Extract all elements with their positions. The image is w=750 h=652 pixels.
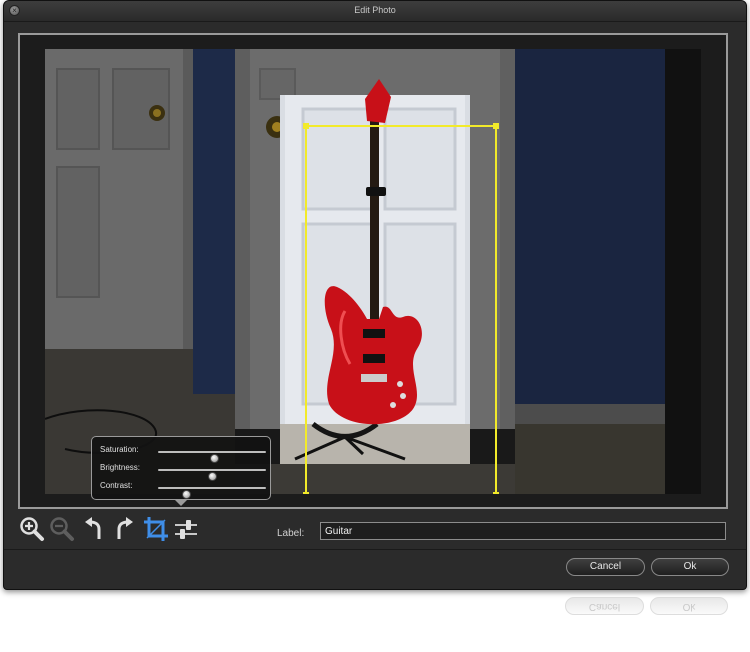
ok-button-reflection: Ok (650, 597, 728, 615)
contrast-label: Contrast: (100, 481, 133, 490)
rotate-left-icon[interactable] (80, 515, 108, 543)
crop-selection[interactable] (303, 123, 499, 494)
adjustments-popover: Saturation: Brightness: Contrast: (91, 436, 271, 506)
cancel-button[interactable]: Cancel (566, 558, 645, 576)
edit-photo-window: × Edit Photo Label: Guitar Cancel Ok (3, 0, 747, 590)
ok-button[interactable]: Ok (651, 558, 729, 576)
label-caption: Label: (277, 528, 305, 539)
saturation-slider-row: Saturation: (100, 443, 268, 463)
rotate-right-icon[interactable] (110, 515, 138, 543)
popover-arrow (174, 499, 188, 506)
divider (4, 549, 746, 550)
title-bar: × Edit Photo (4, 1, 746, 22)
contrast-slider-row: Contrast: (100, 479, 268, 499)
saturation-slider[interactable] (158, 451, 266, 463)
crop-handle-bottom-right[interactable] (493, 492, 499, 494)
brightness-slider[interactable] (158, 469, 266, 481)
contrast-slider[interactable] (158, 487, 266, 499)
saturation-label: Saturation: (100, 445, 139, 454)
label-input[interactable] (320, 522, 726, 540)
contrast-slider-knob[interactable] (182, 490, 192, 499)
brightness-label: Brightness: (100, 463, 141, 472)
crop-icon[interactable] (142, 515, 170, 543)
photo-canvas[interactable] (45, 49, 701, 494)
crop-handle-top-right[interactable] (493, 123, 499, 129)
window-title: Edit Photo (354, 5, 396, 15)
brightness-slider-row: Brightness: (100, 461, 268, 481)
zoom-out-icon (48, 515, 76, 543)
crop-handle-bottom-left[interactable] (303, 492, 309, 494)
zoom-in-icon[interactable] (18, 515, 46, 543)
crop-handle-top-left[interactable] (303, 123, 309, 129)
cancel-button-reflection: Cancel (565, 597, 644, 615)
adjust-sliders-icon[interactable] (172, 515, 200, 543)
